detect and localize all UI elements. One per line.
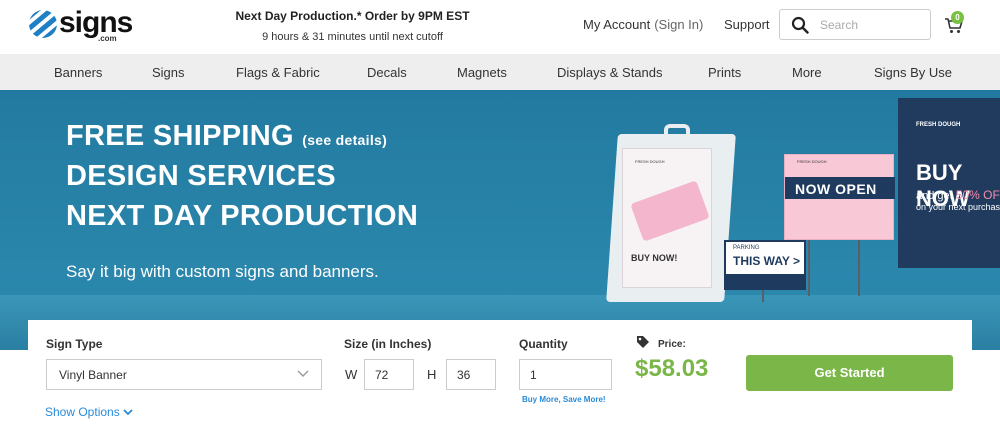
my-account-link[interactable]: My Account (Sign In) <box>583 17 703 32</box>
sign-type-label: Sign Type <box>46 337 103 351</box>
parking-bottom-band <box>726 274 804 288</box>
now-open-brand: FRESH DOUGH <box>797 159 827 164</box>
nav-item-decals[interactable]: Decals <box>367 65 407 80</box>
hero-line-next-day: NEXT DAY PRODUCTION <box>66 200 419 232</box>
search-icon[interactable] <box>791 16 809 34</box>
price-value: $58.03 <box>635 355 709 382</box>
banner-offer-pct: 50% OFF <box>955 188 1000 202</box>
parking-main-text: THIS WAY > <box>733 254 801 268</box>
banner-offer: and get 50% OFF <box>916 188 1000 202</box>
aframe-sign-image: FRESH DOUGH BUY NOW! <box>606 124 736 302</box>
account-label: My Account <box>583 17 651 32</box>
yard-sign-stake-right <box>858 240 860 296</box>
get-started-button[interactable]: Get Started <box>746 355 953 391</box>
banner-brand: FRESH DOUGH <box>916 122 961 128</box>
size-label: Size (in Inches) <box>344 337 432 351</box>
chevron-down-icon <box>123 409 133 416</box>
buy-more-save-more-link[interactable]: Buy More, Save More! <box>522 395 606 404</box>
nav-item-banners[interactable]: Banners <box>54 65 102 80</box>
sign-type-select[interactable]: Vinyl Banner <box>46 359 322 390</box>
parking-sign-image: PARKING THIS WAY > <box>724 240 806 290</box>
aframe-poster-brand: FRESH DOUGH <box>635 159 665 164</box>
quantity-input[interactable]: 1 <box>519 359 612 390</box>
hero-line-free-shipping: FREE SHIPPING (see details) <box>66 120 387 153</box>
promo-title: Next Day Production.* Order by 9PM EST <box>235 9 470 23</box>
nav-item-displays-stands[interactable]: Displays & Stands <box>557 65 663 80</box>
show-options-toggle[interactable]: Show Options <box>45 405 133 419</box>
nav-item-prints[interactable]: Prints <box>708 65 741 80</box>
hero-tagline: Say it big with custom signs and banners… <box>66 262 379 281</box>
parking-top-text: PARKING <box>733 245 760 251</box>
now-open-sign-image: FRESH DOUGH NOW OPEN <box>784 154 895 240</box>
height-label: H <box>427 367 437 382</box>
nav-item-flags-fabric[interactable]: Flags & Fabric <box>236 65 320 80</box>
site-header: signs .com Next Day Production.* Order b… <box>0 0 1000 54</box>
quick-order-panel: Sign Type Vinyl Banner Size (in Inches) … <box>28 320 972 440</box>
now-open-text: NOW OPEN <box>795 181 877 197</box>
sign-in-link[interactable]: (Sign In) <box>654 17 703 32</box>
banner-offer-sub: on your next purchase <box>916 202 1000 212</box>
sign-type-value: Vinyl Banner <box>59 368 127 382</box>
width-input[interactable]: 72 <box>364 359 414 390</box>
see-details-link[interactable]: (see details) <box>302 132 387 148</box>
height-input[interactable]: 36 <box>446 359 496 390</box>
logo-subtext: .com <box>98 34 117 43</box>
quantity-label: Quantity <box>519 337 568 351</box>
production-promo: Next Day Production.* Order by 9PM EST 9… <box>200 9 505 43</box>
nav-item-magnets[interactable]: Magnets <box>457 65 507 80</box>
donut-box-graphic <box>630 180 710 242</box>
signs-logo[interactable]: signs .com <box>28 6 144 43</box>
search-box[interactable] <box>779 9 931 40</box>
cutoff-countdown: 9 hours & 31 minutes until next cutoff <box>262 31 443 43</box>
nav-item-signs[interactable]: Signs <box>152 65 185 80</box>
yard-sign-stake-left <box>808 240 810 296</box>
banner-offer-pre: and get <box>916 190 953 202</box>
buy-now-banner-image: FRESH DOUGH BUY NOW and get 50% OFF on y… <box>898 98 1000 268</box>
width-label: W <box>345 367 358 382</box>
aframe-poster: FRESH DOUGH BUY NOW! <box>622 148 712 288</box>
main-nav: Banners Signs Flags & Fabric Decals Magn… <box>0 54 1000 90</box>
cart-count-badge: 0 <box>951 11 964 24</box>
nav-item-signs-by-use[interactable]: Signs By Use <box>874 65 952 80</box>
price-label: Price: <box>658 339 686 350</box>
aframe-poster-buy: BUY NOW! <box>631 253 678 263</box>
free-shipping-text: FREE SHIPPING <box>66 120 294 152</box>
show-options-label: Show Options <box>45 405 120 419</box>
parking-sign-stake <box>762 288 764 302</box>
nav-item-more[interactable]: More <box>792 65 822 80</box>
price-tag-icon <box>637 336 649 348</box>
hero-line-design-services: DESIGN SERVICES <box>66 160 336 192</box>
logo-stripes-icon <box>29 10 57 38</box>
logo-text: signs <box>59 6 133 39</box>
hero-banner[interactable]: FREE SHIPPING (see details) DESIGN SERVI… <box>0 90 1000 350</box>
chevron-down-icon <box>297 370 309 377</box>
search-input[interactable] <box>820 16 920 34</box>
support-link[interactable]: Support <box>724 17 770 32</box>
